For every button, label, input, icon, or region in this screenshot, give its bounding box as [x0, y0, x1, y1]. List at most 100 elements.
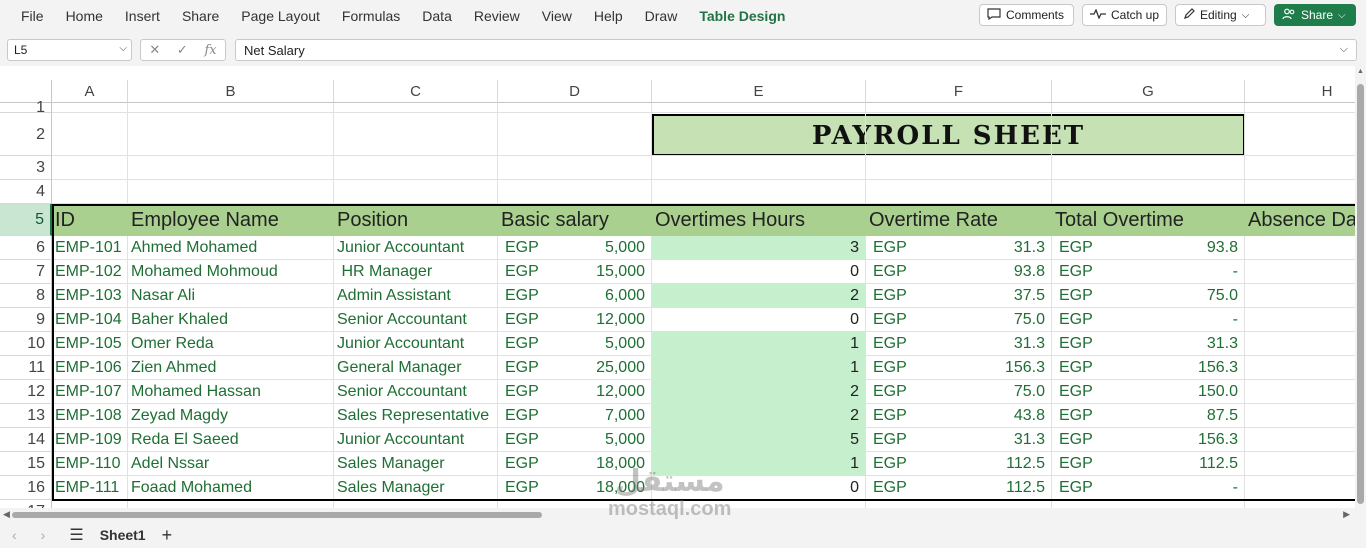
cell-rate[interactable]: 31.3 [866, 332, 1052, 356]
cell-position[interactable]: Admin Assistant [334, 284, 498, 308]
cell-rate[interactable]: 75.0 [866, 308, 1052, 332]
cell-rate[interactable]: 75.0 [866, 380, 1052, 404]
cell-id[interactable]: EMP-107 [52, 380, 128, 404]
cell-name[interactable]: Nasar Ali [128, 284, 334, 308]
cell-position[interactable]: Sales Manager [334, 452, 498, 476]
cell-total[interactable]: - [1052, 476, 1245, 500]
table-header-position[interactable]: Position [334, 205, 498, 236]
cell-id[interactable]: EMP-101 [52, 236, 128, 260]
cell-position[interactable]: Sales Manager [334, 476, 498, 500]
comments-button[interactable]: Comments [979, 4, 1074, 26]
cell-rate[interactable]: 31.3 [866, 236, 1052, 260]
cell-position[interactable]: Sales Representative [334, 404, 498, 428]
row-header-14[interactable]: 14 [0, 428, 52, 452]
function-icon[interactable]: fx [204, 43, 216, 58]
cell-name[interactable]: Adel Nssar [128, 452, 334, 476]
row-header-10[interactable]: 10 [0, 332, 52, 356]
cell-position[interactable]: Senior Accountant [334, 380, 498, 404]
cell-rate[interactable]: 112.5 [866, 452, 1052, 476]
cell-total[interactable]: - [1052, 260, 1245, 284]
row-header-9[interactable]: 9 [0, 308, 52, 332]
cell-salary[interactable]: 5,000 [498, 332, 652, 356]
cell-name[interactable]: Foaad Mohamed [128, 476, 334, 500]
cell-hours[interactable]: 2 [652, 284, 866, 308]
cell-position[interactable]: Junior Accountant [334, 236, 498, 260]
vertical-scrollbar[interactable]: ▲ [1355, 66, 1366, 508]
cell-salary[interactable]: 5,000 [498, 428, 652, 452]
cell-total[interactable]: 156.3 [1052, 428, 1245, 452]
tab-review[interactable]: Review [463, 0, 531, 32]
vertical-scroll-thumb[interactable] [1357, 84, 1364, 504]
cell-total[interactable]: - [1052, 308, 1245, 332]
check-icon[interactable]: ✓ [177, 42, 188, 58]
name-box[interactable]: L5 ⌵ [7, 39, 132, 61]
cell-id[interactable]: EMP-103 [52, 284, 128, 308]
cell-position[interactable]: General Manager [334, 356, 498, 380]
row-header-11[interactable]: 11 [0, 356, 52, 380]
cell-position[interactable]: HR Manager [334, 260, 498, 284]
cell-total[interactable]: 31.3 [1052, 332, 1245, 356]
cell-total[interactable]: 75.0 [1052, 284, 1245, 308]
table-header-overtime-rate[interactable]: Overtime Rate [866, 205, 1052, 236]
table-header-overtimes-hours[interactable]: Overtimes Hours [652, 205, 866, 236]
cell-name[interactable]: Mohamed Hassan [128, 380, 334, 404]
cell-rate[interactable]: 31.3 [866, 428, 1052, 452]
scroll-right-icon[interactable]: ▶ [1343, 509, 1350, 520]
chevron-down-icon[interactable]: ⌵ [119, 43, 127, 54]
cell-salary[interactable]: 7,000 [498, 404, 652, 428]
cell-id[interactable]: EMP-102 [52, 260, 128, 284]
cancel-icon[interactable]: ✕ [149, 42, 160, 58]
row-header-13[interactable]: 13 [0, 404, 52, 428]
cell-id[interactable]: EMP-105 [52, 332, 128, 356]
prev-sheet-icon[interactable]: ‹ [12, 527, 17, 543]
cell-salary[interactable]: 12,000 [498, 380, 652, 404]
spreadsheet-grid[interactable]: PAYROLL SHEET A B C D E F G H 1 2 3 4 5 6 7 8 9 10 11 12 13 1… [0, 80, 1355, 508]
row-header-17[interactable]: 17 [0, 500, 52, 508]
cell-name[interactable]: Omer Reda [128, 332, 334, 356]
column-header-b[interactable]: B [128, 80, 334, 103]
cell-hours[interactable]: 2 [652, 404, 866, 428]
cell-salary[interactable]: 25,000 [498, 356, 652, 380]
tab-page-layout[interactable]: Page Layout [230, 0, 331, 32]
column-header-e[interactable]: E [652, 80, 866, 103]
tab-insert[interactable]: Insert [114, 0, 171, 32]
cell-rate[interactable]: 112.5 [866, 476, 1052, 500]
row-header-3[interactable]: 3 [0, 156, 52, 180]
cell-rate[interactable]: 93.8 [866, 260, 1052, 284]
cell-salary[interactable]: 5,000 [498, 236, 652, 260]
table-header-total-overtime[interactable]: Total Overtime [1052, 205, 1245, 236]
column-header-a[interactable]: A [52, 80, 128, 103]
cell-hours[interactable]: 5 [652, 428, 866, 452]
formula-input[interactable]: Net Salary ⌵ [235, 39, 1357, 61]
cell-id[interactable]: EMP-108 [52, 404, 128, 428]
cell-total[interactable]: 150.0 [1052, 380, 1245, 404]
table-header-id[interactable]: ID [52, 205, 128, 236]
cell-salary[interactable]: 6,000 [498, 284, 652, 308]
cell-name[interactable]: Zeyad Magdy [128, 404, 334, 428]
tab-view[interactable]: View [531, 0, 583, 32]
cell-position[interactable]: Junior Accountant [334, 428, 498, 452]
column-header-f[interactable]: F [866, 80, 1052, 103]
cell-name[interactable]: Reda El Saeed [128, 428, 334, 452]
cell-rate[interactable]: 37.5 [866, 284, 1052, 308]
add-sheet-icon[interactable]: + [162, 525, 173, 546]
row-header-8[interactable]: 8 [0, 284, 52, 308]
table-header-absence-da[interactable]: Absence Da [1245, 205, 1355, 236]
tab-draw[interactable]: Draw [634, 0, 689, 32]
cell-rate[interactable]: 43.8 [866, 404, 1052, 428]
next-sheet-icon[interactable]: › [41, 527, 46, 543]
tab-data[interactable]: Data [411, 0, 463, 32]
cell-hours[interactable]: 0 [652, 260, 866, 284]
row-header-4[interactable]: 4 [0, 180, 52, 204]
cell-total[interactable]: 156.3 [1052, 356, 1245, 380]
tab-formulas[interactable]: Formulas [331, 0, 411, 32]
scroll-up-icon[interactable]: ▲ [1357, 68, 1364, 75]
table-header-employee-name[interactable]: Employee Name [128, 205, 334, 236]
cell-id[interactable]: EMP-111 [52, 476, 128, 500]
cell-id[interactable]: EMP-106 [52, 356, 128, 380]
scroll-left-icon[interactable]: ◀ [3, 509, 10, 520]
cell-name[interactable]: Baher Khaled [128, 308, 334, 332]
all-sheets-icon[interactable]: ☰ [69, 525, 83, 545]
row-header-6[interactable]: 6 [0, 236, 52, 260]
editing-mode-button[interactable]: Editing ⌵ [1175, 4, 1266, 26]
